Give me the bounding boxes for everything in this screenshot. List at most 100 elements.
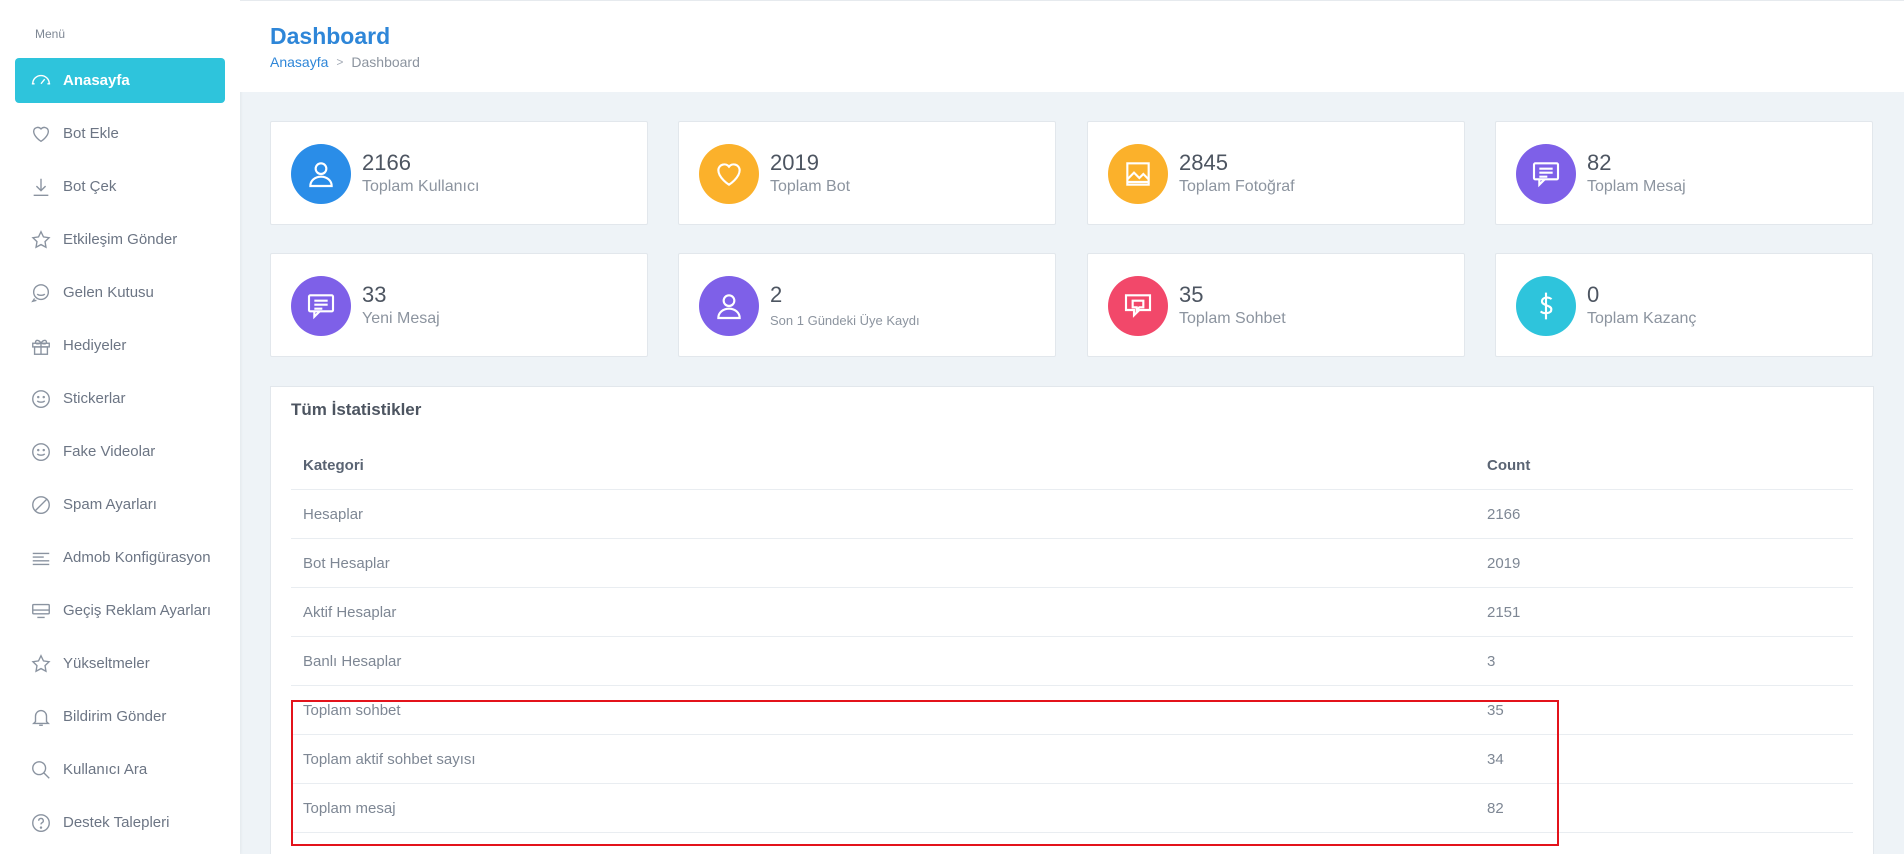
- sidebar-item-label: Kullanıcı Ara: [63, 761, 148, 778]
- stat-card-toplam-sohbet: 35 Toplam Sohbet: [1087, 253, 1465, 357]
- sidebar-item-label: Destek Talepleri: [63, 814, 170, 831]
- sidebar-item-label: Fake Videolar: [63, 443, 156, 460]
- dashboard-icon: [29, 69, 53, 93]
- sidebar-item-label: Spam Ayarları: [63, 496, 157, 513]
- image-icon: [1108, 144, 1168, 204]
- stats-panel: Tüm İstatistikler Kategori Count Hesapla…: [270, 386, 1874, 854]
- stat-card-yeni-mesaj: 33 Yeni Mesaj: [270, 253, 648, 357]
- smile-icon: [29, 440, 53, 464]
- stat-label: Toplam Sohbet: [1179, 310, 1286, 327]
- breadcrumb-current: Dashboard: [351, 54, 420, 70]
- sidebar-nav: Anasayfa Bot Ekle Bot Çek Etkileşim Gönd…: [15, 58, 225, 853]
- row-category: Toplam sohbet: [303, 701, 401, 719]
- page-header: Dashboard Anasayfa > Dashboard: [240, 0, 1904, 92]
- table-row: Aktif Hesaplar 2151: [291, 588, 1853, 637]
- stats-panel-title: Tüm İstatistikler: [291, 400, 422, 419]
- stat-card-toplam-kullanici: 2166 Toplam Kullanıcı: [270, 121, 648, 225]
- user-icon: [699, 276, 759, 336]
- sidebar-item-label: Yükseltmeler: [63, 655, 150, 672]
- chat-icon: [1108, 276, 1168, 336]
- chat-icon: [29, 281, 53, 305]
- sidebar-title: Menü: [35, 27, 66, 41]
- stat-label: Son 1 Gündeki Üye Kaydı: [770, 313, 920, 328]
- row-category: Bot Hesaplar: [303, 554, 390, 572]
- stat-value: 2019: [770, 150, 819, 175]
- sidebar-item-admob-konfigurasyon[interactable]: Admob Konfigürasyon: [15, 535, 225, 580]
- smile-icon: [29, 387, 53, 411]
- sidebar-item-fake-videolar[interactable]: Fake Videolar: [15, 429, 225, 474]
- column-header-kategori: Kategori: [303, 456, 364, 474]
- page-title: Dashboard: [270, 23, 391, 49]
- sidebar-item-label: Anasayfa: [63, 72, 130, 89]
- stat-value: 0: [1587, 282, 1600, 307]
- row-count: 34: [1487, 750, 1504, 768]
- monitor-icon: [29, 599, 53, 623]
- stat-value: 2: [770, 282, 783, 307]
- row-count: 2151: [1487, 603, 1521, 621]
- stat-value: 33: [362, 282, 387, 307]
- stat-card-toplam-fotograf: 2845 Toplam Fotoğraf: [1087, 121, 1465, 225]
- sidebar-item-label: Geçiş Reklam Ayarları: [63, 602, 212, 619]
- message-icon: [291, 276, 351, 336]
- bell-icon: [29, 705, 53, 729]
- block-icon: [29, 493, 53, 517]
- stat-card-toplam-mesaj: 82 Toplam Mesaj: [1495, 121, 1873, 225]
- sidebar-item-label: Admob Konfigürasyon: [63, 549, 211, 566]
- stat-value: 2845: [1179, 150, 1228, 175]
- search-icon: [29, 758, 53, 782]
- stat-label: Yeni Mesaj: [362, 310, 440, 327]
- dollar-icon: [1516, 276, 1576, 336]
- table-row: Toplam mesaj 82: [291, 784, 1853, 833]
- stat-value: 35: [1179, 282, 1204, 307]
- row-category: Banlı Hesaplar: [303, 652, 402, 670]
- table-row: Bot Hesaplar 2019: [291, 539, 1853, 588]
- sidebar-item-label: Etkileşim Gönder: [63, 231, 178, 248]
- sidebar: Menü Anasayfa Bot Ekle Bot Çek Etkileşim…: [0, 0, 240, 854]
- row-count: 2019: [1487, 554, 1521, 572]
- sidebar-item-bildirim-gonder[interactable]: Bildirim Gönder: [15, 694, 225, 739]
- sidebar-item-label: Hediyeler: [63, 337, 127, 354]
- sidebar-item-stickerlar[interactable]: Stickerlar: [15, 376, 225, 421]
- row-category: Toplam aktif sohbet sayısı: [303, 750, 476, 768]
- column-header-count: Count: [1487, 456, 1531, 474]
- stat-card-son-1-gun-uye-kaydi: 2 Son 1 Gündeki Üye Kaydı: [678, 253, 1056, 357]
- sidebar-item-gelen-kutusu[interactable]: Gelen Kutusu: [15, 270, 225, 315]
- stat-label: Toplam Mesaj: [1587, 178, 1686, 195]
- sidebar-item-anasayfa[interactable]: Anasayfa: [15, 58, 225, 103]
- sidebar-item-etkilesim-gonder[interactable]: Etkileşim Gönder: [15, 217, 225, 262]
- sidebar-item-bot-ekle[interactable]: Bot Ekle: [15, 111, 225, 156]
- sidebar-item-kullanici-ara[interactable]: Kullanıcı Ara: [15, 747, 225, 792]
- stat-card-toplam-bot: 2019 Toplam Bot: [678, 121, 1056, 225]
- sidebar-item-yukseltmeler[interactable]: Yükseltmeler: [15, 641, 225, 686]
- user-icon: [291, 144, 351, 204]
- table-row: Toplam sohbet 35: [291, 686, 1853, 735]
- row-category: Toplam mesaj: [303, 799, 396, 817]
- row-category: Aktif Hesaplar: [303, 603, 397, 621]
- stat-label: Toplam Fotoğraf: [1179, 178, 1295, 195]
- sidebar-item-gecis-reklam-ayarlari[interactable]: Geçiş Reklam Ayarları: [15, 588, 225, 633]
- download-icon: [29, 175, 53, 199]
- sidebar-item-bot-cek[interactable]: Bot Çek: [15, 164, 225, 209]
- heart-icon: [29, 122, 53, 146]
- sidebar-item-label: Gelen Kutusu: [63, 284, 154, 301]
- table-row: Banlı Hesaplar 3: [291, 637, 1853, 686]
- star-icon: [29, 228, 53, 252]
- sidebar-item-spam-ayarlari[interactable]: Spam Ayarları: [15, 482, 225, 527]
- stat-label: Toplam Kazanç: [1587, 310, 1697, 327]
- row-count: 3: [1487, 652, 1496, 670]
- sidebar-item-hediyeler[interactable]: Hediyeler: [15, 323, 225, 368]
- row-count: 35: [1487, 701, 1504, 719]
- stat-value: 2166: [362, 150, 411, 175]
- sidebar-item-label: Bot Çek: [63, 178, 117, 195]
- sidebar-item-label: Bildirim Gönder: [63, 708, 167, 725]
- table-header-row: Kategori Count: [291, 441, 1853, 490]
- heart-icon: [699, 144, 759, 204]
- breadcrumb-home-link[interactable]: Anasayfa: [270, 54, 328, 70]
- sidebar-item-destek-talepleri[interactable]: Destek Talepleri: [15, 800, 225, 845]
- stat-value: 82: [1587, 150, 1612, 175]
- breadcrumb: Anasayfa > Dashboard: [270, 54, 420, 70]
- lines-icon: [29, 546, 53, 570]
- table-row: Hesaplar 2166: [291, 490, 1853, 539]
- row-category: Hesaplar: [303, 505, 364, 523]
- star-icon: [29, 652, 53, 676]
